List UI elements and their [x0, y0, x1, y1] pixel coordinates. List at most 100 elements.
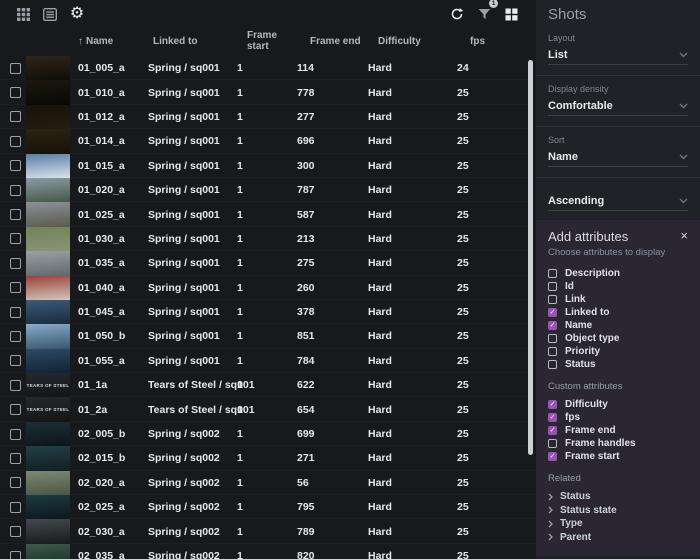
column-header-frame-start[interactable]: Frame start [237, 30, 297, 52]
attribute-checkbox-item[interactable]: Frame start [548, 450, 688, 463]
table-row[interactable]: TEARS OF STEEL 01_2a Tears of Steel / sq… [0, 397, 536, 422]
column-header-frame-end[interactable]: Frame end [297, 36, 368, 47]
table-row[interactable]: 02_025_a Spring / sq002 1 795 Hard 25 [0, 495, 536, 520]
table-row[interactable]: 01_040_a Spring / sq001 1 260 Hard 25 [0, 275, 536, 300]
column-header-difficulty[interactable]: Difficulty [368, 36, 457, 47]
table-row[interactable]: 01_005_a Spring / sq001 1 114 Hard 24 [0, 56, 536, 81]
layout-select[interactable]: List [548, 46, 688, 65]
table-row[interactable]: 01_014_a Spring / sq001 1 696 Hard 25 [0, 129, 536, 154]
checkbox-icon[interactable] [548, 400, 557, 409]
checkbox-icon[interactable] [548, 269, 557, 278]
row-checkbox[interactable] [10, 452, 21, 464]
shot-thumbnail[interactable] [26, 543, 70, 559]
attribute-checkbox-item[interactable]: Priority [548, 345, 688, 358]
shot-thumbnail[interactable] [26, 495, 70, 520]
table-row[interactable]: 01_012_a Spring / sq001 1 277 Hard 25 [0, 104, 536, 130]
shot-thumbnail[interactable] [26, 177, 70, 203]
checkbox-icon[interactable] [548, 413, 557, 422]
shot-thumbnail[interactable] [26, 470, 70, 496]
row-checkbox[interactable] [10, 233, 21, 245]
attribute-checkbox-item[interactable]: fps [548, 411, 688, 424]
shot-thumbnail[interactable] [26, 104, 70, 130]
column-header-name[interactable]: ↑ Name [78, 36, 148, 47]
filter-icon[interactable]: 1 [473, 0, 498, 25]
attribute-checkbox-item[interactable]: Difficulty [548, 398, 688, 411]
row-checkbox[interactable] [10, 477, 21, 489]
row-checkbox[interactable] [10, 282, 21, 294]
list-view-icon[interactable] [39, 3, 61, 25]
attribute-checkbox-item[interactable]: Name [548, 319, 688, 332]
row-checkbox[interactable] [10, 87, 21, 99]
sort-order-select[interactable]: Ascending [548, 192, 688, 211]
checkbox-icon[interactable] [548, 295, 557, 304]
shot-thumbnail[interactable] [26, 129, 70, 154]
table-row[interactable]: 01_030_a Spring / sq001 1 213 Hard 25 [0, 226, 536, 252]
shot-thumbnail[interactable] [26, 202, 70, 227]
table-row[interactable]: TEARS OF STEEL 01_1a Tears of Steel / sq… [0, 373, 536, 398]
columns-view-icon[interactable] [500, 3, 522, 25]
shot-thumbnail[interactable] [26, 80, 70, 105]
row-checkbox[interactable] [10, 501, 21, 513]
attribute-checkbox-item[interactable]: Link [548, 293, 688, 306]
shot-thumbnail[interactable] [26, 324, 70, 349]
checkbox-icon[interactable] [548, 452, 557, 461]
table-row[interactable]: 01_020_a Spring / sq001 1 787 Hard 25 [0, 177, 536, 203]
checkbox-icon[interactable] [548, 308, 557, 317]
checkbox-icon[interactable] [548, 426, 557, 435]
shot-thumbnail[interactable] [26, 226, 70, 252]
row-checkbox[interactable] [10, 330, 21, 342]
attribute-checkbox-item[interactable]: Frame handles [548, 437, 688, 450]
close-icon[interactable]: × [680, 229, 688, 242]
row-checkbox[interactable] [10, 526, 21, 538]
table-row[interactable]: 02_020_a Spring / sq002 1 56 Hard 25 [0, 470, 536, 496]
table-row[interactable]: 01_050_b Spring / sq001 1 851 Hard 25 [0, 324, 536, 349]
shot-thumbnail[interactable] [26, 56, 70, 81]
table-row[interactable]: 01_055_a Spring / sq001 1 784 Hard 25 [0, 348, 536, 374]
checkbox-icon[interactable] [548, 334, 557, 343]
attribute-checkbox-item[interactable]: Frame end [548, 424, 688, 437]
related-item[interactable]: Status state [548, 504, 688, 518]
table-row[interactable]: 01_035_a Spring / sq001 1 275 Hard 25 [0, 251, 536, 276]
row-checkbox[interactable] [10, 62, 21, 74]
row-checkbox[interactable] [10, 160, 21, 172]
row-checkbox[interactable] [10, 550, 21, 559]
row-checkbox[interactable] [10, 404, 21, 416]
row-checkbox[interactable] [10, 257, 21, 269]
row-checkbox[interactable] [10, 184, 21, 196]
shot-thumbnail[interactable] [26, 153, 70, 178]
gear-icon[interactable]: ⚙ [66, 3, 88, 25]
shot-thumbnail[interactable] [26, 446, 70, 471]
shot-thumbnail[interactable] [26, 275, 70, 300]
attribute-checkbox-item[interactable]: Id [548, 280, 688, 293]
shot-thumbnail[interactable] [26, 519, 70, 544]
shot-thumbnail[interactable] [26, 299, 70, 325]
table-scrollbar[interactable] [528, 60, 533, 455]
table-row[interactable]: 01_025_a Spring / sq001 1 587 Hard 25 [0, 202, 536, 227]
checkbox-icon[interactable] [548, 282, 557, 291]
column-header-fps[interactable]: fps [457, 36, 536, 47]
related-item[interactable]: Parent [548, 531, 688, 545]
row-checkbox[interactable] [10, 111, 21, 123]
checkbox-icon[interactable] [548, 439, 557, 448]
table-row[interactable]: 02_005_b Spring / sq002 1 699 Hard 25 [0, 421, 536, 447]
table-row[interactable]: 02_035_a Spring / sq002 1 820 Hard 25 [0, 543, 536, 559]
table-row[interactable]: 01_045_a Spring / sq001 1 378 Hard 25 [0, 299, 536, 325]
related-item[interactable]: Type [548, 517, 688, 531]
table-row[interactable]: 01_010_a Spring / sq001 1 778 Hard 25 [0, 80, 536, 105]
density-select[interactable]: Comfortable [548, 97, 688, 116]
table-row[interactable]: 02_030_a Spring / sq002 1 789 Hard 25 [0, 519, 536, 544]
row-checkbox[interactable] [10, 428, 21, 440]
row-checkbox[interactable] [10, 135, 21, 147]
table-row[interactable]: 01_015_a Spring / sq001 1 300 Hard 25 [0, 153, 536, 178]
row-checkbox[interactable] [10, 379, 21, 391]
shot-thumbnail[interactable] [26, 421, 70, 447]
attribute-checkbox-item[interactable]: Object type [548, 332, 688, 345]
shot-thumbnail[interactable] [26, 251, 70, 276]
grid-view-icon[interactable] [12, 3, 34, 25]
checkbox-icon[interactable] [548, 360, 557, 369]
sort-select[interactable]: Name [548, 148, 688, 167]
row-checkbox[interactable] [10, 355, 21, 367]
checkbox-icon[interactable] [548, 321, 557, 330]
attribute-checkbox-item[interactable]: Description [548, 267, 688, 280]
row-checkbox[interactable] [10, 306, 21, 318]
